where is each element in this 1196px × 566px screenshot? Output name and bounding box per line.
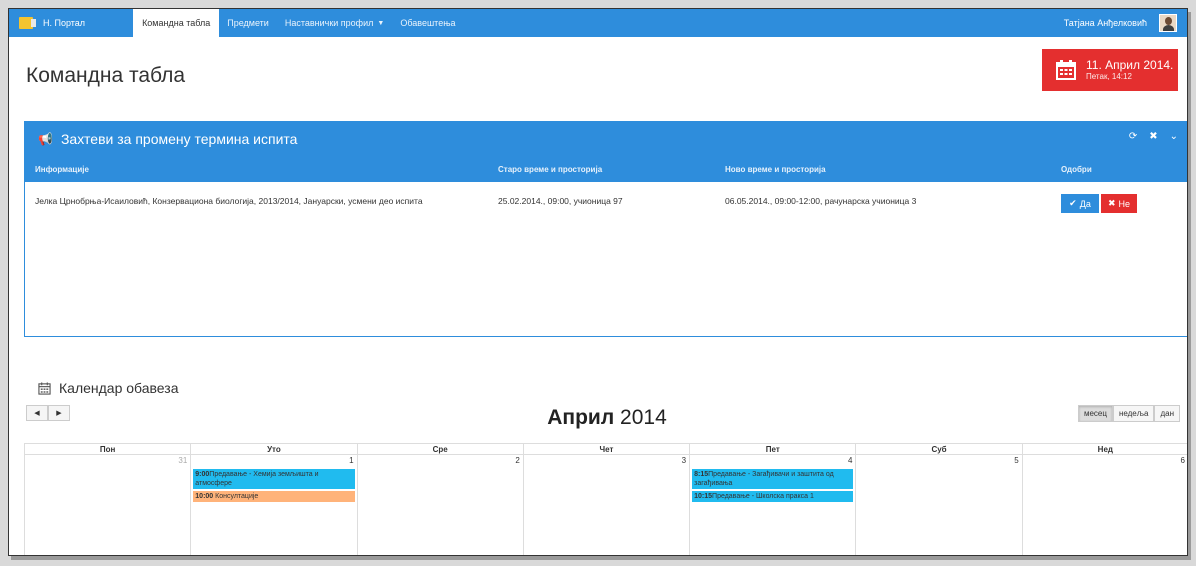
exam-change-requests-panel: 📢 Захтеви за промену термина испита ⟳ ✖ … xyxy=(24,121,1187,337)
calendar-view-switch: месец недеља дан xyxy=(1077,405,1180,422)
day-number: 4 xyxy=(847,456,853,465)
weekday-tue: Уто xyxy=(190,444,356,454)
day-cell[interactable]: 2 xyxy=(356,455,523,555)
day-cell[interactable]: 31 xyxy=(24,455,190,555)
user-menu[interactable]: Татјана Анђелковић xyxy=(1064,9,1177,37)
app-window: Н. Портал Командна табла Предмети Настав… xyxy=(8,8,1188,556)
view-month-button[interactable]: месец xyxy=(1077,405,1113,422)
month-title: Април 2014 xyxy=(9,406,1187,430)
day-number: 3 xyxy=(681,456,687,465)
request-old-time: 25.02.2014., 09:00, учионица 97 xyxy=(498,196,623,206)
weekday-sun: Нед xyxy=(1021,444,1187,454)
day-cell[interactable]: 5 xyxy=(855,455,1021,555)
close-icon[interactable]: ✖ xyxy=(1149,131,1157,142)
top-navbar: Н. Портал Командна табла Предмети Настав… xyxy=(9,9,1187,37)
reject-button[interactable]: ✖ Не xyxy=(1101,194,1137,213)
portal-logo-icon xyxy=(19,17,36,29)
weekday-fri: Пет xyxy=(689,444,855,454)
reject-label: Не xyxy=(1118,198,1131,209)
weekday-mon: Пон xyxy=(24,444,190,454)
caret-down-icon: ▼ xyxy=(377,19,385,27)
nav-notifications[interactable]: Обавештења xyxy=(392,9,463,37)
approve-label: Да xyxy=(1079,198,1091,209)
panel-tools: ⟳ ✖ ⌄ xyxy=(1129,131,1178,142)
event-time: 9:00 xyxy=(195,471,210,478)
date-widget: 11. Април 2014. Петак, 14:12 xyxy=(1042,49,1178,91)
day-number: 5 xyxy=(1014,456,1019,465)
calendar-title-text: Календар обавеза xyxy=(59,380,179,396)
nav-dashboard[interactable]: Командна табла xyxy=(133,9,220,37)
calendar-event[interactable]: 8:15Предавање - Загађивачи и заштита од … xyxy=(692,469,854,489)
user-name: Татјана Анђелковић xyxy=(1063,18,1147,28)
day-cell[interactable]: 1 9:00Предавање - Хемија земљишта и атмо… xyxy=(190,455,356,555)
day-number: 31 xyxy=(178,456,188,465)
weekday-thu: Чет xyxy=(522,444,689,454)
weekday-wed: Сре xyxy=(356,444,523,454)
calendar-week-row: 31 1 9:00Предавање - Хемија земљишта и а… xyxy=(24,455,1187,555)
brand-label: Н. Портал xyxy=(43,18,86,28)
month-year: 2014 xyxy=(620,406,667,429)
calendar-icon xyxy=(38,381,51,395)
nav-notifications-label: Обавештења xyxy=(400,18,456,28)
x-icon: ✖ xyxy=(1107,198,1116,208)
day-number: 2 xyxy=(515,456,520,465)
view-week-button[interactable]: недеља xyxy=(1112,405,1155,422)
nav-teacher-profile[interactable]: Наставнички профил ▼ xyxy=(277,9,392,37)
view-day-button[interactable]: дан xyxy=(1154,405,1180,422)
brand[interactable]: Н. Портал xyxy=(9,9,95,37)
event-time: 8:15 xyxy=(694,471,709,478)
chevron-down-icon[interactable]: ⌄ xyxy=(1170,131,1178,142)
request-info: Јелка Црнобрња-Исаиловић, Конзервациона … xyxy=(35,196,423,206)
calendar-icon xyxy=(1056,60,1076,80)
approve-button[interactable]: ✔ Да xyxy=(1061,194,1099,213)
weekday-sat: Суб xyxy=(855,444,1021,454)
col-new-time: Ново време и просторија xyxy=(725,165,826,174)
megaphone-icon: 📢 xyxy=(38,132,53,146)
calendar-section-title: Календар обавеза xyxy=(38,380,179,396)
current-day-time: Петак, 14:12 xyxy=(1086,72,1132,81)
current-date: 11. Април 2014. xyxy=(1086,58,1174,72)
calendar-event[interactable]: 10:00 Консултације xyxy=(193,491,355,502)
nav-dashboard-label: Командна табла xyxy=(142,18,211,28)
calendar-event[interactable]: 9:00Предавање - Хемија земљишта и атмосф… xyxy=(193,469,355,489)
page-title: Командна табла xyxy=(26,64,186,87)
day-number: 6 xyxy=(1180,456,1185,465)
nav-teacher-profile-label: Наставнички профил xyxy=(284,18,374,28)
event-time: 10:00 xyxy=(195,493,214,500)
calendar-grid: Пон Уто Сре Чет Пет Суб Нед 31 1 9:00Пре… xyxy=(24,443,1187,555)
nav-courses[interactable]: Предмети xyxy=(219,9,277,37)
col-old-time: Старо време и просторија xyxy=(498,165,603,174)
day-number: 1 xyxy=(349,456,354,465)
avatar[interactable] xyxy=(1159,14,1177,32)
day-cell[interactable]: 3 xyxy=(522,455,689,555)
weekday-header: Пон Уто Сре Чет Пет Суб Нед xyxy=(24,443,1187,455)
day-cell[interactable]: 4 8:15Предавање - Загађивачи и заштита о… xyxy=(689,455,855,555)
request-new-time: 06.05.2014., 09:00-12:00, рачунарска учи… xyxy=(725,196,917,206)
event-text: Предавање - Хемија земљишта и атмосфере xyxy=(195,471,319,487)
event-time: 10:15 xyxy=(694,493,713,500)
panel-header: 📢 Захтеви за промену термина испита ⟳ ✖ … xyxy=(25,122,1187,182)
month-name: Април xyxy=(547,406,615,429)
panel-title: 📢 Захтеви за промену термина испита xyxy=(38,131,297,147)
nav-courses-label: Предмети xyxy=(227,18,269,28)
event-text: Предавање - Школска пракса 1 xyxy=(712,493,814,500)
panel-title-text: Захтеви за промену термина испита xyxy=(60,131,298,147)
calendar-event[interactable]: 10:15Предавање - Школска пракса 1 xyxy=(692,491,854,502)
col-info: Информације xyxy=(35,165,89,174)
check-icon: ✔ xyxy=(1069,198,1077,208)
day-cell[interactable]: 6 xyxy=(1021,455,1187,555)
event-text: Консултације xyxy=(215,493,259,500)
event-text: Предавање - Загађивачи и заштита од зага… xyxy=(694,471,834,487)
refresh-icon[interactable]: ⟳ xyxy=(1129,131,1137,142)
col-approve: Одобри xyxy=(1061,165,1092,174)
